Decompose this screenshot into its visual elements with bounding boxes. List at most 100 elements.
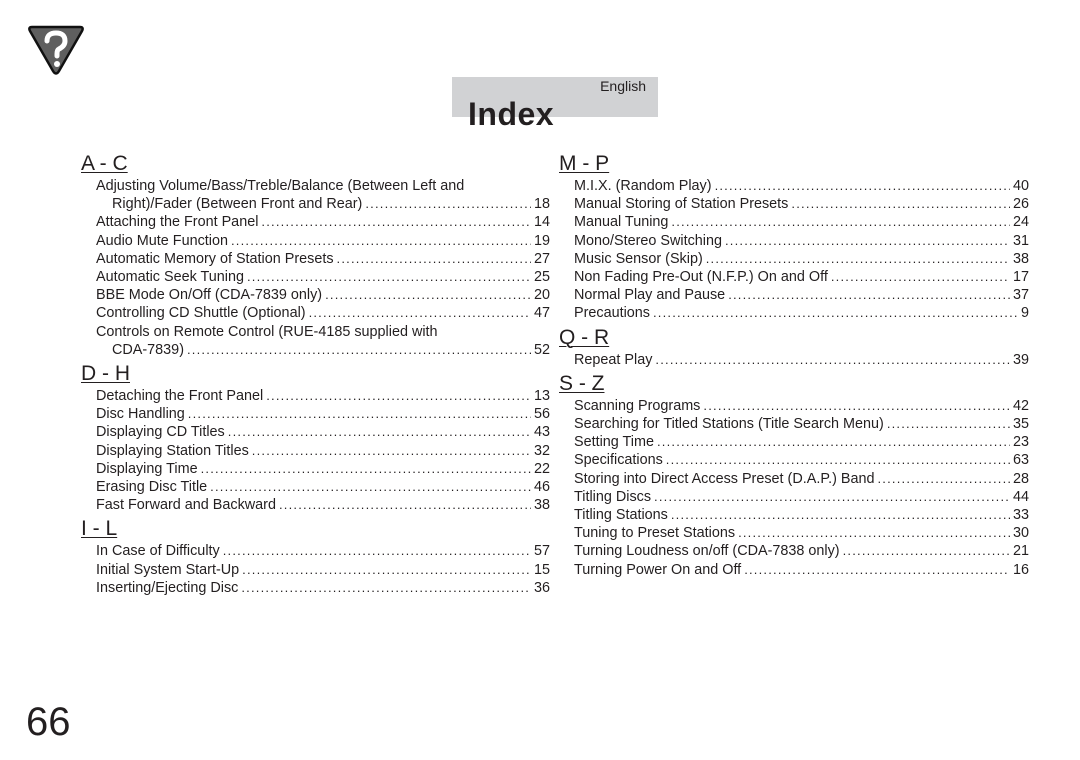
entry-page-number: 37 [1012, 287, 1029, 304]
index-entry[interactable]: Titling Stations 33 [558, 506, 1029, 524]
dot-leader [706, 250, 1010, 268]
index-entry[interactable]: Disc Handling 56 [80, 405, 550, 423]
entry-title: M.I.X. (Random Play) [574, 178, 712, 194]
dot-leader [365, 195, 531, 213]
index-entry[interactable]: Automatic Memory of Station Presets 27 [80, 250, 550, 268]
entry-line: Disc Handling 56 [96, 405, 550, 423]
entry-title: CDA-7839) [112, 341, 184, 358]
entry-page-number: 44 [1012, 488, 1029, 505]
index-entry[interactable]: Erasing Disc Title 46 [80, 478, 550, 496]
entry-page-number: 22 [533, 460, 550, 477]
language-label: English [600, 78, 646, 94]
index-entry[interactable]: Displaying Station Titles 32 [80, 442, 550, 460]
entry-line: Erasing Disc Title 46 [96, 478, 550, 496]
entry-line: Fast Forward and Backward 38 [96, 496, 550, 514]
index-entry[interactable]: Turning Power On and Off 16 [558, 561, 1029, 579]
index-entry[interactable]: Tuning to Preset Stations 30 [558, 524, 1029, 542]
index-entry[interactable]: Mono/Stereo Switching 31 [558, 232, 1029, 250]
dot-leader [337, 250, 531, 268]
index-entry[interactable]: In Case of Difficulty 57 [80, 542, 550, 560]
entry-page-number: 43 [533, 424, 550, 441]
index-entry[interactable]: Adjusting Volume/Bass/Treble/Balance (Be… [80, 177, 550, 213]
index-entry[interactable]: BBE Mode On/Off (CDA-7839 only) 20 [80, 286, 550, 304]
entry-page-number: 31 [1012, 232, 1029, 249]
entry-title: Audio Mute Function [96, 232, 228, 249]
entry-page-number: 25 [533, 269, 550, 286]
dot-leader [309, 304, 531, 322]
entry-line: Storing into Direct Access Preset (D.A.P… [574, 470, 1029, 488]
dot-leader [791, 195, 1010, 213]
entry-page-number: 9 [1020, 305, 1029, 322]
index-entry[interactable]: Displaying CD Titles 43 [80, 423, 550, 441]
index-entry[interactable]: Controls on Remote Control (RUE-4185 sup… [80, 323, 550, 359]
index-entry[interactable]: Non Fading Pre-Out (N.F.P.) On and Off 17 [558, 268, 1029, 286]
entry-page-number: 38 [533, 497, 550, 514]
entry-line: Displaying Station Titles 32 [96, 442, 550, 460]
dot-leader [279, 496, 531, 514]
index-entry[interactable]: Audio Mute Function 19 [80, 232, 550, 250]
dot-leader [843, 542, 1010, 560]
entry-title: Titling Stations [574, 507, 668, 524]
entry-title: Mono/Stereo Switching [574, 232, 722, 249]
entry-page-number: 23 [1012, 434, 1029, 451]
entry-line: Searching for Titled Stations (Title Sea… [574, 415, 1029, 433]
index-entry[interactable]: Displaying Time 22 [80, 460, 550, 478]
entry-title: Controlling CD Shuttle (Optional) [96, 305, 306, 322]
index-entry[interactable]: M.I.X. (Random Play) 40 [558, 177, 1029, 195]
entry-line: Titling Discs 44 [574, 488, 1029, 506]
entry-title: Automatic Seek Tuning [96, 269, 244, 286]
index-entry[interactable]: Setting Time 23 [558, 433, 1029, 451]
index-entry[interactable]: Repeat Play 39 [558, 351, 1029, 369]
entry-page-number: 35 [1012, 416, 1029, 433]
index-entry[interactable]: Titling Discs 44 [558, 488, 1029, 506]
entry-title: Normal Play and Pause [574, 287, 726, 304]
entry-line: Audio Mute Function 19 [96, 232, 550, 250]
index-entry[interactable]: Fast Forward and Backward 38 [80, 496, 550, 514]
index-section: M - PM.I.X. (Random Play)40Manual Storin… [558, 152, 1029, 323]
section-heading: S - Z [559, 371, 605, 395]
entry-page-number: 32 [533, 442, 550, 459]
page-number: 66 [26, 700, 71, 744]
entry-line: CDA-7839) 52 [96, 341, 550, 359]
index-entry[interactable]: Storing into Direct Access Preset (D.A.P… [558, 470, 1029, 488]
entry-title: Precautions [574, 305, 650, 322]
entry-page-number: 28 [1012, 470, 1029, 487]
index-entry[interactable]: Automatic Seek Tuning 25 [80, 268, 550, 286]
index-entry[interactable]: Attaching the Front Panel 14 [80, 213, 550, 231]
index-entry[interactable]: Detaching the Front Panel 13 [80, 387, 550, 405]
dot-leader [187, 341, 531, 359]
index-entry[interactable]: Music Sensor (Skip) 38 [558, 250, 1029, 268]
dot-leader [201, 460, 531, 478]
index-entry[interactable]: Manual Tuning 24 [558, 213, 1029, 231]
dot-leader [738, 524, 1010, 542]
index-entry[interactable]: Initial System Start-Up 15 [80, 561, 550, 579]
entry-title: Attaching the Front Panel [96, 214, 259, 231]
entry-line: Controls on Remote Control (RUE-4185 sup… [96, 323, 550, 341]
dot-leader [725, 232, 1010, 250]
index-entry[interactable]: Specifications 63 [558, 451, 1029, 469]
index-entry[interactable]: Normal Play and Pause 37 [558, 286, 1029, 304]
entry-page-number: 13 [533, 388, 550, 405]
index-entry[interactable]: Precautions 9 [558, 304, 1029, 322]
index-entry[interactable]: Scanning Programs 42 [558, 397, 1029, 415]
dot-leader [210, 478, 531, 496]
index-entry[interactable]: Inserting/Ejecting Disc 36 [80, 579, 550, 597]
entry-title: Searching for Titled Stations (Title Sea… [574, 416, 884, 433]
dot-leader [653, 304, 1018, 322]
index-entry[interactable]: Manual Storing of Station Presets 26 [558, 195, 1029, 213]
index-entry[interactable]: Turning Loudness on/off (CDA-7838 only) 2… [558, 542, 1029, 560]
entry-line: Normal Play and Pause 37 [574, 286, 1029, 304]
dot-leader [728, 286, 1010, 304]
entry-line: Scanning Programs 42 [574, 397, 1029, 415]
dot-leader [703, 397, 1010, 415]
entry-page-number: 24 [1012, 214, 1029, 231]
entry-title: Turning Loudness on/off (CDA-7838 only) [574, 543, 840, 560]
index-section: S - Z Scanning Programs 42 Searching for Ti… [558, 372, 1029, 579]
index-section: I - LIn Case of Difficulty57Initial Syst… [80, 517, 550, 597]
index-entry[interactable]: Controlling CD Shuttle (Optional) 47 [80, 304, 550, 322]
entry-title: Displaying Station Titles [96, 442, 249, 459]
entry-line: Right)/Fader (Between Front and Rear) 18 [96, 195, 550, 213]
dot-leader [657, 433, 1010, 451]
entry-line: Manual Storing of Station Presets 26 [574, 195, 1029, 213]
index-entry[interactable]: Searching for Titled Stations (Title Sea… [558, 415, 1029, 433]
